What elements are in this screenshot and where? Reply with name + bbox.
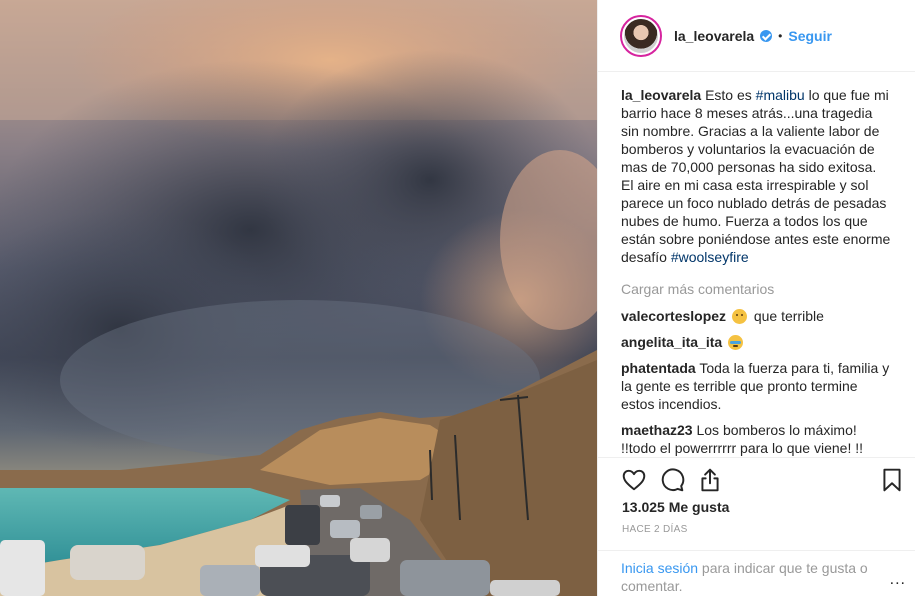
post-caption: la_leovarela Esto es #malibu lo que fue … — [621, 86, 892, 266]
comment-icon[interactable] — [656, 464, 688, 496]
comment-username[interactable]: valecorteslopez — [621, 308, 726, 324]
comments-section: la_leovarela Esto es #malibu lo que fue … — [598, 72, 915, 457]
crying-face-icon — [728, 335, 744, 350]
load-more-comments-button[interactable]: Cargar más comentarios — [621, 280, 892, 298]
more-options-icon[interactable]: ... — [890, 571, 906, 589]
heart-icon[interactable] — [618, 464, 650, 496]
comment-text: que terrible — [753, 308, 824, 324]
comment-item: maethaz23 Los bomberos lo máximo! !!todo… — [621, 421, 892, 457]
caption-username[interactable]: la_leovarela — [621, 87, 701, 103]
avatar[interactable] — [620, 14, 662, 57]
post-photo[interactable] — [0, 0, 597, 596]
hashtag-malibu[interactable]: #malibu — [756, 87, 805, 103]
comment-username[interactable]: angelita_ita_ita — [621, 334, 722, 350]
bookmark-icon[interactable] — [876, 464, 908, 496]
header-username[interactable]: la_leovarela — [674, 28, 754, 44]
login-link[interactable]: Inicia sesión — [621, 560, 698, 576]
hashtag-woolseyfire[interactable]: #woolseyfire — [671, 249, 749, 265]
instagram-post: la_leovarela • Seguir la_leovarela Esto … — [0, 0, 915, 596]
wildfire-scene-illustration — [0, 0, 597, 596]
caption-text-2: lo que fue mi barrio hace 8 meses atrás.… — [621, 87, 891, 265]
likes-count[interactable]: 13.025 Me gusta — [622, 499, 729, 515]
separator-dot: • — [778, 28, 783, 43]
comment-username[interactable]: maethaz23 — [621, 422, 693, 438]
verified-badge-icon — [760, 29, 773, 42]
caption-text-1: Esto es — [705, 87, 756, 103]
comment-item: valecorteslopez que terrible — [621, 307, 892, 325]
avatar-image — [624, 18, 658, 53]
comment-username[interactable]: phatentada — [621, 360, 696, 376]
post-side-panel: la_leovarela • Seguir la_leovarela Esto … — [597, 0, 915, 596]
action-icon-row — [618, 464, 908, 500]
post-timestamp[interactable]: HACE 2 DÍAS — [622, 524, 688, 535]
comment-item: angelita_ita_ita — [621, 333, 892, 351]
post-actions: 13.025 Me gusta HACE 2 DÍAS Inicia sesió… — [598, 457, 915, 594]
share-icon[interactable] — [694, 464, 726, 496]
follow-button[interactable]: Seguir — [788, 28, 832, 44]
comment-item: phatentada Toda la fuerza para ti, famil… — [621, 359, 892, 413]
worried-face-icon — [731, 309, 747, 324]
login-prompt: Inicia sesión para indicar que te gusta … — [598, 550, 915, 595]
post-header: la_leovarela • Seguir — [598, 0, 915, 72]
